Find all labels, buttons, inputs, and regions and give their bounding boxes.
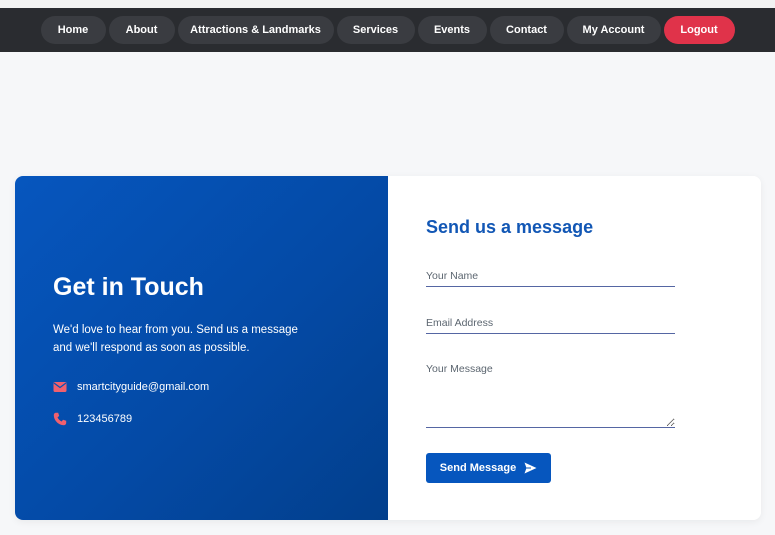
form-heading: Send us a message [426,217,594,237]
nav-my-account[interactable]: My Account [566,16,661,44]
phone-icon [53,412,67,426]
name-input[interactable] [426,269,675,287]
nav-events[interactable]: Events [417,16,487,44]
nav-services[interactable]: Services [336,16,415,44]
send-message-label: Send Message [439,462,517,474]
get-in-touch-heading: Get in Touch [53,273,204,301]
paper-plane-icon [524,462,537,474]
contact-card: Get in Touch We'd love to hear from you.… [15,176,761,520]
main-navbar: Home About Attractions & Landmarks Servi… [0,8,775,52]
contact-phone[interactable]: 123456789 [77,413,132,425]
nav-contact[interactable]: Contact [489,16,564,44]
contact-phone-row: 123456789 [53,412,132,426]
send-message-button[interactable]: Send Message [426,453,551,483]
contact-email-row: smartcityguide@gmail.com [53,380,209,394]
message-form-panel: Send us a message Send Message [388,176,761,520]
nav-about[interactable]: About [108,16,175,44]
envelope-icon [53,380,67,394]
logout-button[interactable]: Logout [663,16,735,44]
email-input[interactable] [426,316,675,334]
nav-attractions-landmarks[interactable]: Attractions & Landmarks [177,16,334,44]
contact-description: We'd love to hear from you. Send us a me… [53,324,298,354]
nav-home[interactable]: Home [40,16,106,44]
contact-email[interactable]: smartcityguide@gmail.com [77,381,209,393]
browser-top-strip [0,0,775,8]
message-textarea[interactable] [426,363,675,428]
contact-info-panel: Get in Touch We'd love to hear from you.… [15,176,388,520]
